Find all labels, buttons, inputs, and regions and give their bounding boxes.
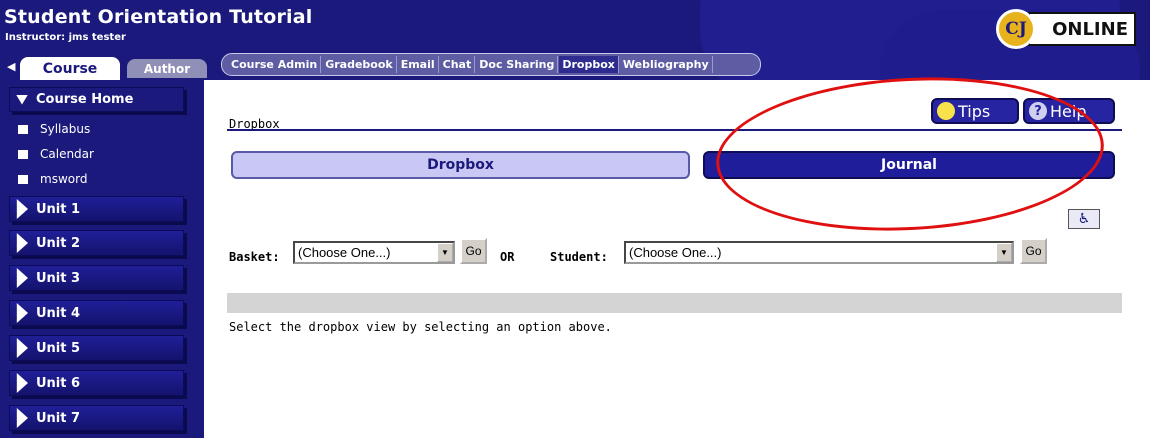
chevron-down-icon[interactable]: ▼: [437, 243, 453, 262]
page-title: Student Orientation Tutorial: [4, 6, 313, 28]
bullet-icon: [18, 174, 28, 184]
tool-doc-sharing[interactable]: Doc Sharing: [476, 56, 559, 73]
tool-chat[interactable]: Chat: [440, 56, 476, 73]
instructor-label: Instructor: jms tester: [5, 32, 126, 43]
tool-webliography[interactable]: Webliography: [620, 56, 713, 73]
tab-course[interactable]: Course: [20, 57, 120, 80]
basket-go-button[interactable]: Go: [460, 238, 487, 264]
lightbulb-icon: [937, 102, 955, 120]
sidebar-item-label: Unit 6: [36, 375, 81, 391]
divider: [227, 129, 1122, 131]
sidebar-item-unit-2[interactable]: Unit 2: [9, 230, 184, 256]
sidebar-item-msword[interactable]: msword: [18, 172, 87, 186]
student-go-button[interactable]: Go: [1020, 238, 1047, 264]
sidebar-item-unit-6[interactable]: Unit 6: [9, 370, 184, 396]
results-header-bar: [227, 293, 1122, 313]
online-logo: CJ ONLINE: [996, 9, 1144, 49]
sidebar-item-label: Course Home: [36, 92, 134, 107]
chevron-down-icon[interactable]: ▼: [996, 243, 1012, 262]
tab-dropbox[interactable]: Dropbox: [231, 151, 690, 179]
student-label: Student:: [550, 250, 608, 264]
sidebar-item-label: Syllabus: [40, 122, 91, 136]
sidebar-item-label: Unit 7: [36, 410, 81, 426]
tool-email[interactable]: Email: [398, 56, 439, 73]
play-arrow-icon: [16, 303, 28, 323]
sidebar-item-course-home[interactable]: Course Home: [9, 87, 184, 112]
instruction-text: Select the dropbox view by selecting an …: [229, 320, 612, 334]
back-arrow-icon[interactable]: ◀: [7, 60, 15, 73]
bullet-icon: [18, 149, 28, 159]
play-arrow-icon: [16, 408, 28, 428]
help-icon: ?: [1029, 102, 1047, 120]
sidebar-item-syllabus[interactable]: Syllabus: [18, 122, 90, 136]
student-select[interactable]: (Choose One...) ▼: [624, 241, 1014, 264]
accessibility-icon[interactable]: ♿: [1068, 209, 1100, 229]
sidebar-item-label: Unit 4: [36, 305, 81, 321]
tips-button[interactable]: Tips: [931, 98, 1019, 124]
expand-triangle-icon: [16, 94, 28, 105]
sidebar-item-unit-4[interactable]: Unit 4: [9, 300, 184, 326]
header-bar: Student Orientation Tutorial Instructor:…: [0, 0, 1150, 80]
sidebar-item-unit-5[interactable]: Unit 5: [9, 335, 184, 361]
sidebar: Course Home Syllabus Calendar msword Uni…: [0, 80, 204, 438]
sidebar-item-label: Calendar: [40, 147, 94, 161]
play-arrow-icon: [16, 199, 28, 219]
tips-label: Tips: [958, 101, 991, 121]
tool-dropbox[interactable]: Dropbox: [559, 56, 619, 73]
play-arrow-icon: [16, 233, 28, 253]
basket-label: Basket:: [229, 250, 280, 264]
logo-text: ONLINE: [1028, 12, 1136, 46]
tool-nav: Course Admin Gradebook Email Chat Doc Sh…: [221, 53, 761, 76]
sidebar-item-unit-1[interactable]: Unit 1: [9, 196, 184, 222]
play-arrow-icon: [16, 338, 28, 358]
sidebar-item-unit-3[interactable]: Unit 3: [9, 265, 184, 291]
sidebar-item-label: Unit 1: [36, 201, 81, 217]
basket-select-value: (Choose One...): [298, 245, 391, 260]
tab-journal[interactable]: Journal: [703, 151, 1115, 179]
play-arrow-icon: [16, 373, 28, 393]
sidebar-item-label: Unit 2: [36, 235, 81, 251]
help-label: Help: [1050, 101, 1087, 121]
logo-seal: CJ: [996, 9, 1036, 49]
basket-select[interactable]: (Choose One...) ▼: [293, 241, 455, 264]
sidebar-item-label: Unit 5: [36, 340, 81, 356]
or-label: OR: [500, 250, 515, 264]
sidebar-item-calendar[interactable]: Calendar: [18, 147, 94, 161]
tab-author[interactable]: Author: [127, 59, 207, 78]
sidebar-item-label: msword: [40, 172, 88, 186]
tool-course-admin[interactable]: Course Admin: [228, 56, 322, 73]
sidebar-item-label: Unit 3: [36, 270, 81, 286]
bullet-icon: [18, 124, 28, 134]
student-select-value: (Choose One...): [629, 245, 722, 260]
play-arrow-icon: [16, 268, 28, 288]
sidebar-item-unit-7[interactable]: Unit 7: [9, 405, 184, 431]
help-button[interactable]: ? Help: [1023, 98, 1115, 124]
tool-gradebook[interactable]: Gradebook: [322, 56, 397, 73]
